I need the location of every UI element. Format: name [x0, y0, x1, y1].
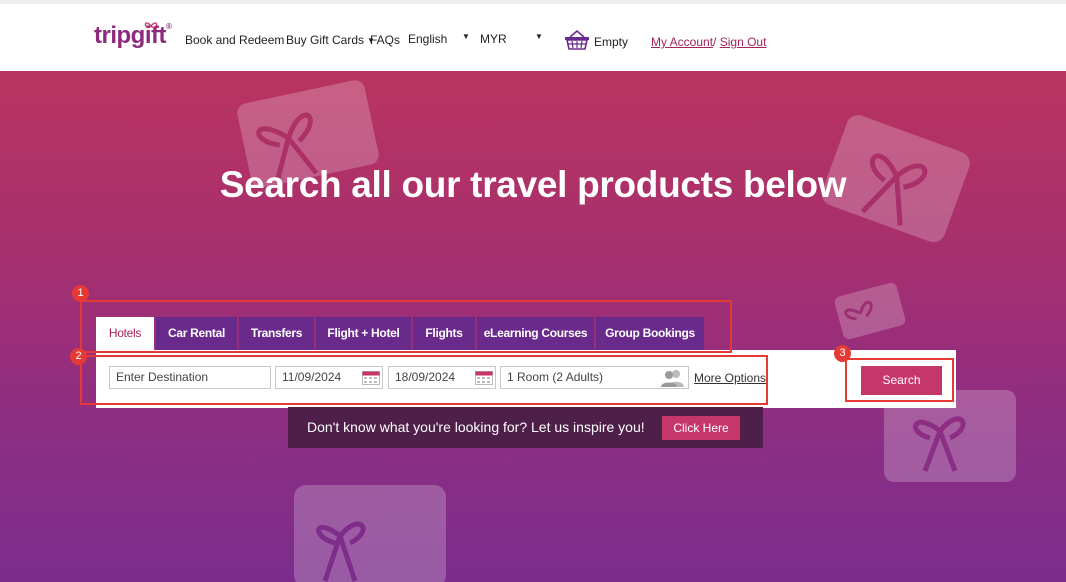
basket-icon[interactable] — [564, 29, 590, 51]
inspire-text: Don't know what you're looking for? Let … — [307, 419, 645, 435]
currency-caret-icon[interactable]: ▼ — [535, 32, 543, 41]
logo-bow-icon — [144, 22, 158, 29]
account-separator: / — [713, 35, 717, 49]
currency-select[interactable]: MYR — [480, 32, 507, 46]
cart-status[interactable]: Empty — [594, 35, 628, 49]
annotation-badge-3: 3 — [834, 345, 851, 362]
annotation-box-fields — [80, 355, 768, 405]
inspire-banner: Don't know what you're looking for? Let … — [288, 407, 763, 448]
nav-book-and-redeem[interactable]: Book and Redeem — [185, 33, 284, 47]
hero-headline: Search all our travel products below — [219, 164, 847, 205]
annotation-badge-1: 1 — [72, 285, 89, 302]
nav-faqs[interactable]: FAQs — [370, 33, 400, 47]
annotation-box-search — [845, 358, 954, 402]
account-links: My Account/ Sign Out — [651, 35, 766, 49]
gift-card-decoration-icon — [834, 282, 906, 340]
language-select-value: English — [408, 32, 448, 46]
nav-buy-gift-cards-label: Buy Gift Cards — [286, 33, 365, 47]
gift-card-decoration-icon — [294, 485, 446, 582]
click-here-button[interactable]: Click Here — [662, 416, 740, 440]
annotation-badge-2: 2 — [70, 348, 87, 365]
currency-select-value: MYR — [480, 32, 507, 46]
language-select[interactable]: English — [408, 32, 447, 46]
top-navigation-bar: tripgift® Book and Redeem Buy Gift Cards… — [0, 0, 1066, 71]
tripgift-logo[interactable]: tripgift® — [94, 22, 172, 50]
nav-buy-gift-cards[interactable]: Buy Gift Cards ▼ — [286, 33, 375, 47]
language-caret-icon[interactable]: ▼ — [462, 32, 470, 41]
sign-out-link[interactable]: Sign Out — [720, 35, 767, 49]
my-account-link[interactable]: My Account — [651, 35, 713, 49]
annotation-box-tabs — [80, 300, 732, 353]
